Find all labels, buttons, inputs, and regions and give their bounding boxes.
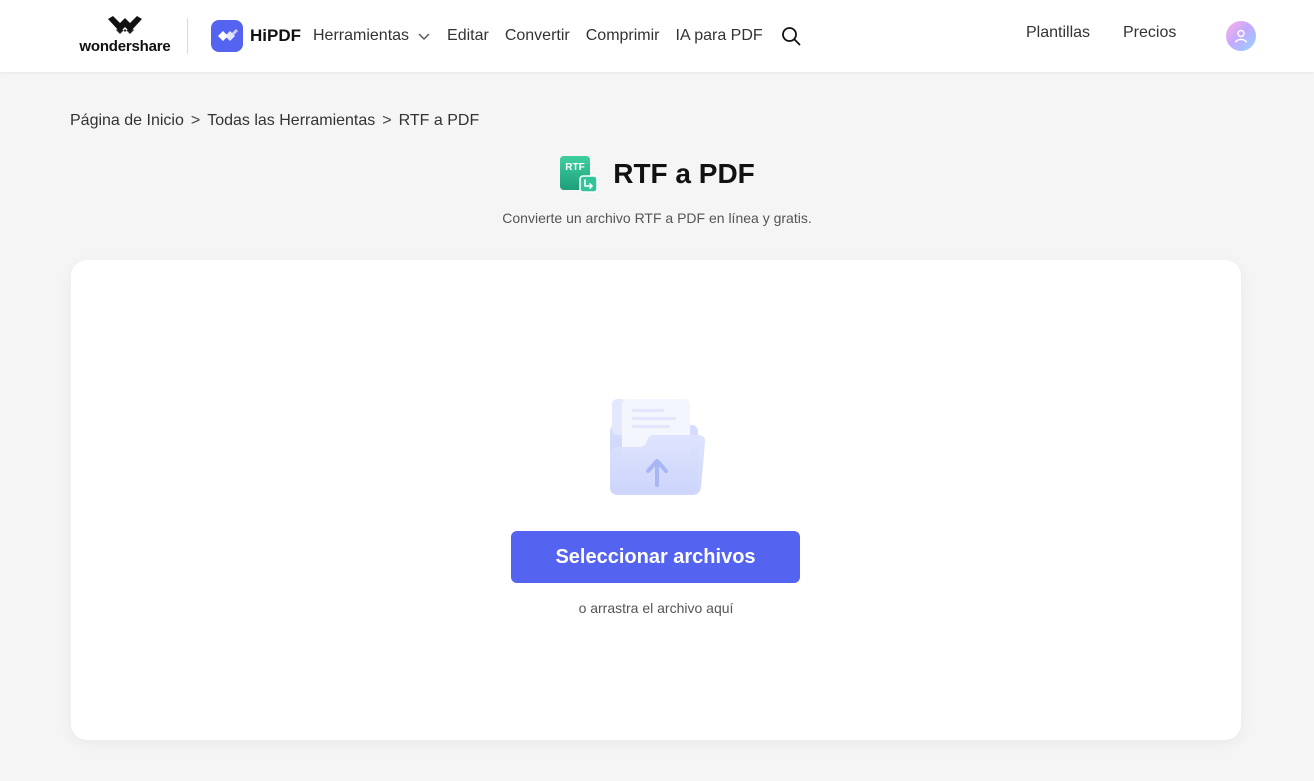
header-divider — [187, 18, 188, 54]
hipdf-logo-icon — [211, 20, 243, 52]
breadcrumb-current: RTF a PDF — [398, 112, 480, 129]
hipdf-wordmark: HiPDF — [250, 26, 301, 45]
breadcrumb-separator: > — [382, 112, 392, 129]
nav-plantillas[interactable]: Plantillas — [1026, 24, 1090, 48]
breadcrumb-home[interactable]: Página de Inicio — [70, 112, 184, 130]
search-icon[interactable] — [781, 26, 801, 46]
breadcrumb: Página de Inicio > Todas las Herramienta… — [70, 112, 479, 130]
nav-item-label: Herramientas — [313, 27, 410, 44]
wondershare-mark-icon — [108, 16, 142, 34]
nav-item-herramientas[interactable]: Herramientas — [313, 27, 431, 45]
wondershare-wordmark: wondershare — [79, 38, 171, 55]
chevron-down-icon — [418, 33, 430, 40]
page-title: RTF a PDF — [613, 158, 755, 189]
breadcrumb-separator: > — [190, 112, 201, 129]
nav-item-label: IA para PDF — [675, 27, 763, 44]
hipdf-logo[interactable]: HiPDF — [211, 20, 301, 52]
nav-item-label: Comprimir — [585, 27, 660, 44]
wondershare-logo[interactable]: wondershare — [78, 16, 172, 58]
nav-item-comprimir[interactable]: Comprimir — [586, 27, 660, 45]
tool-title-row: RTF RTF a PDF — [0, 152, 1314, 196]
nav-item-ia-para-pdf[interactable]: IA para PDF — [676, 27, 763, 45]
page-subtitle: Convierte un archivo RTF a PDF en línea … — [502, 210, 812, 226]
nav-precios[interactable]: Precios — [1123, 24, 1176, 48]
breadcrumb-all-tools[interactable]: Todas las Herramientas — [207, 112, 375, 130]
main-nav: Herramientas Editar Convertir Comprimir … — [313, 24, 801, 48]
select-files-button[interactable]: Seleccionar archivos — [511, 531, 800, 583]
user-avatar[interactable] — [1226, 21, 1256, 51]
drop-hint: o arrastra el archivo aquí — [578, 600, 734, 616]
rtf-file-icon: RTF — [560, 156, 598, 193]
folder-upload-icon — [610, 399, 706, 495]
nav-item-editar[interactable]: Editar — [447, 27, 489, 45]
rtf-icon-label: RTF — [565, 162, 584, 173]
nav-item-label: Convertir — [504, 27, 570, 44]
user-icon — [1234, 29, 1248, 43]
nav-item-label: Editar — [447, 27, 489, 44]
nav-item-convertir[interactable]: Convertir — [505, 27, 570, 45]
upload-dropzone[interactable]: Seleccionar archivos o arrastra el archi… — [71, 260, 1241, 740]
top-header: wondershare HiPDF Herramientas Editar Co… — [0, 0, 1314, 72]
